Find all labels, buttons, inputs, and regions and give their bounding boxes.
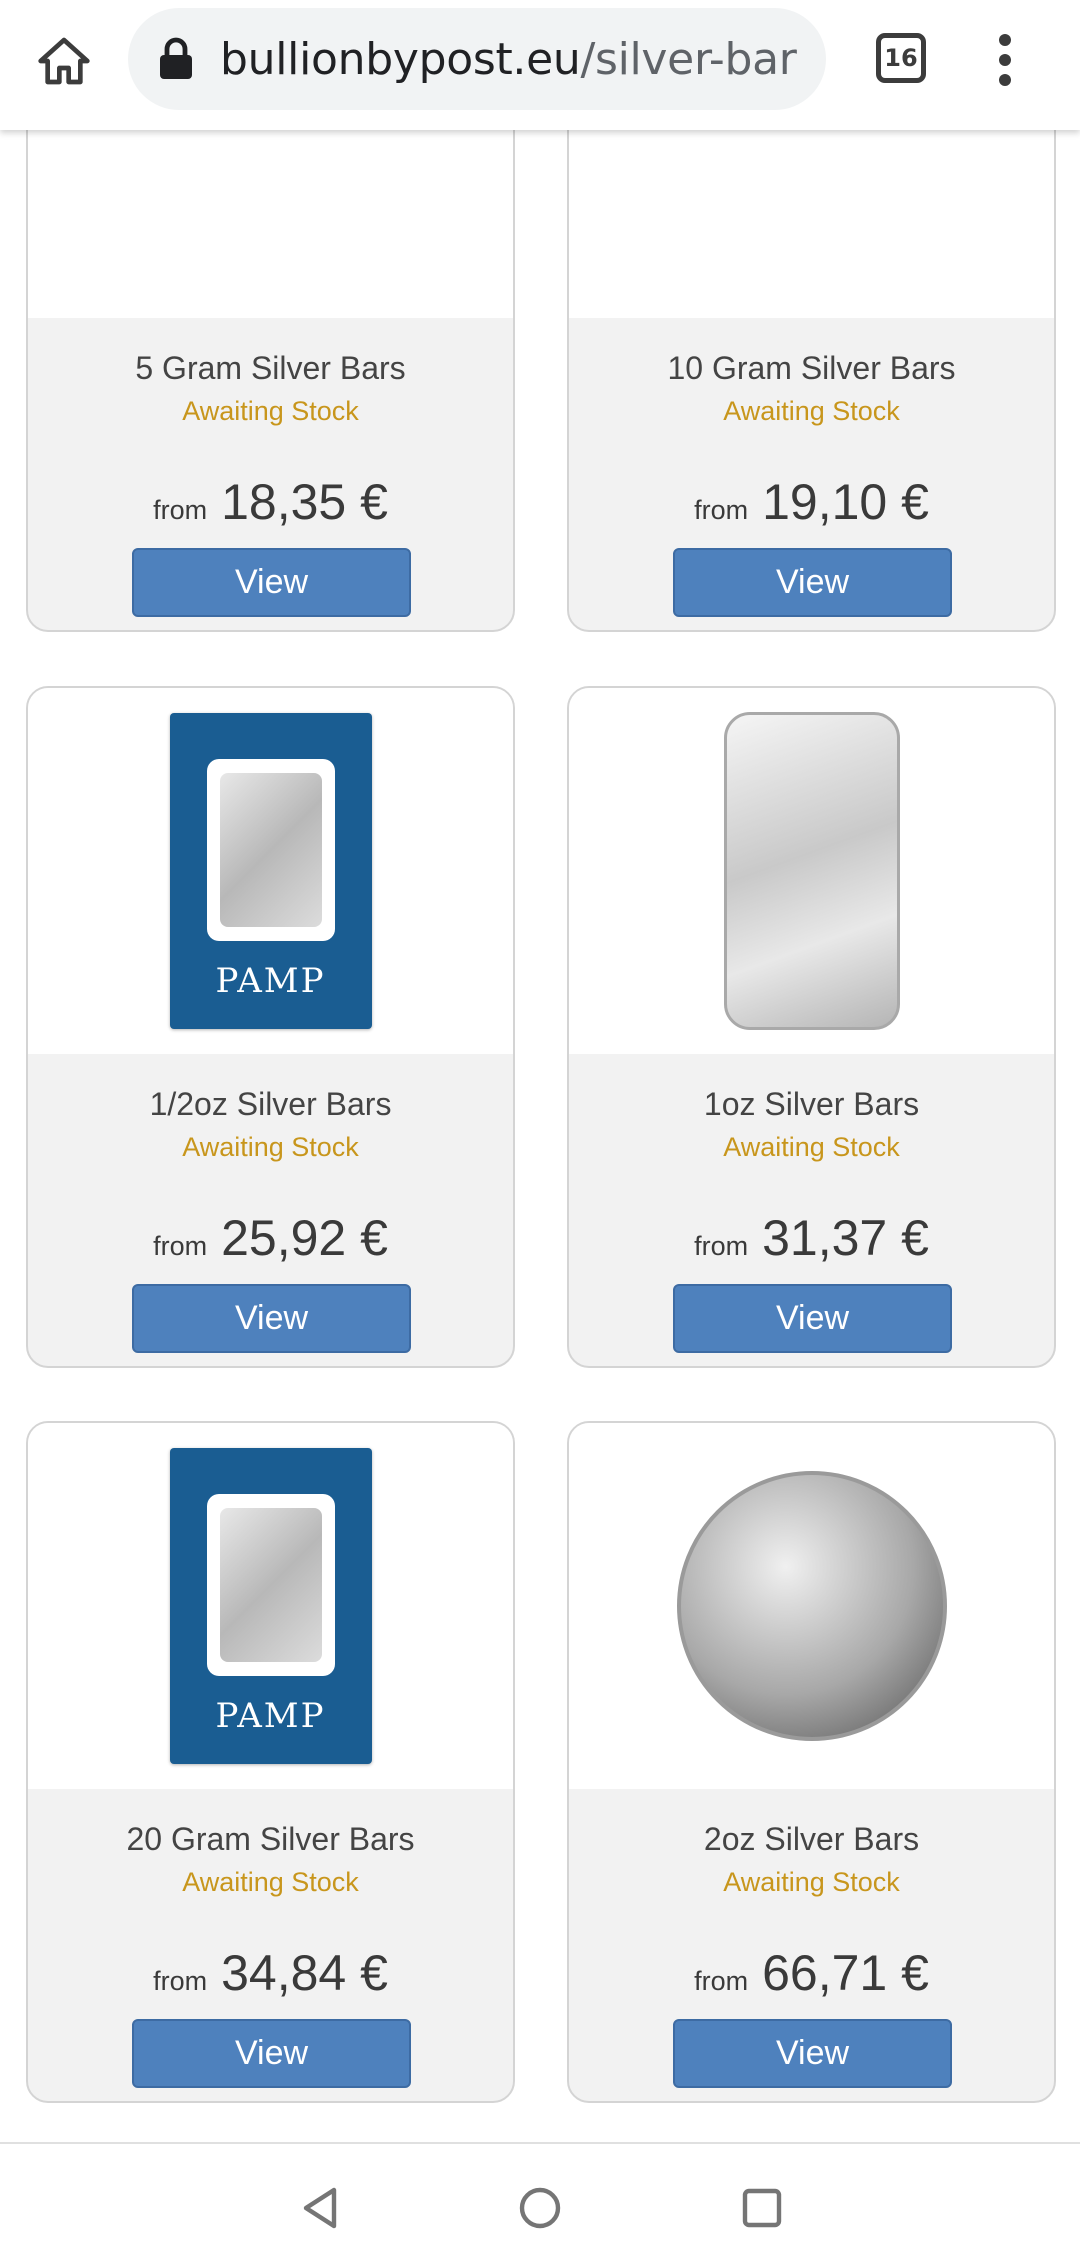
stock-status: Awaiting Stock <box>723 1132 900 1162</box>
product-image[interactable] <box>569 688 1054 1054</box>
browser-toolbar: bullionbypost.eu/silver-bar 16 <box>0 0 1080 130</box>
lock-icon <box>160 37 192 79</box>
price-amount: 19,10 € <box>762 474 929 530</box>
product-price: from 18,35 € <box>28 473 513 531</box>
product-price: from 19,10 € <box>569 473 1054 531</box>
product-price: from 25,92 € <box>28 1209 513 1267</box>
pamp-label: PAMP <box>215 961 326 1001</box>
from-label: from <box>694 1231 749 1261</box>
price-amount: 34,84 € <box>221 1945 388 2001</box>
price-amount: 31,37 € <box>762 1210 929 1266</box>
view-button[interactable]: View <box>673 2019 952 2088</box>
pamp-label: PAMP <box>215 1696 326 1736</box>
stock-status: Awaiting Stock <box>182 396 359 426</box>
from-label: from <box>153 1231 208 1261</box>
stock-status: Awaiting Stock <box>723 1867 900 1897</box>
product-price: from 34,84 € <box>28 1944 513 2002</box>
view-button[interactable]: View <box>673 1284 952 1353</box>
price-amount: 66,71 € <box>762 1945 929 2001</box>
view-button[interactable]: View <box>132 548 411 617</box>
product-image[interactable] <box>569 1423 1054 1789</box>
product-card: PAMP 20 Gram Silver Bars Awaiting Stock … <box>26 1421 515 2103</box>
silver-coin-image <box>676 1471 947 1741</box>
stock-status: Awaiting Stock <box>723 396 900 426</box>
price-amount: 25,92 € <box>221 1210 388 1266</box>
from-label: from <box>153 495 208 525</box>
nav-recents-icon[interactable] <box>738 2184 786 2232</box>
product-price: from 66,71 € <box>569 1944 1054 2002</box>
product-name[interactable]: 10 Gram Silver Bars <box>569 350 1054 387</box>
product-name[interactable]: 1/2oz Silver Bars <box>28 1086 513 1123</box>
stock-status: Awaiting Stock <box>182 1867 359 1897</box>
from-label: from <box>694 1966 749 1996</box>
silver-bar-image <box>723 712 900 1030</box>
view-button[interactable]: View <box>673 548 952 617</box>
view-button[interactable]: View <box>132 1284 411 1353</box>
product-image[interactable]: PAMP <box>28 688 513 1054</box>
product-card: 2oz Silver Bars Awaiting Stock from 66,71… <box>567 1421 1056 2103</box>
product-name[interactable]: 5 Gram Silver Bars <box>28 350 513 387</box>
tab-switcher-button[interactable]: 16 <box>876 33 926 83</box>
more-vert-icon[interactable] <box>990 30 1020 90</box>
view-button[interactable]: View <box>132 2019 411 2088</box>
product-name[interactable]: 1oz Silver Bars <box>569 1086 1054 1123</box>
tab-count: 16 <box>884 44 918 72</box>
url-text: bullionbypost.eu/silver-bar <box>220 34 797 85</box>
pamp-card-image: PAMP <box>169 713 372 1029</box>
product-image[interactable]: PAMP <box>28 1423 513 1789</box>
stock-status: Awaiting Stock <box>182 1132 359 1162</box>
pamp-card-image: PAMP <box>169 1448 372 1764</box>
nav-back-icon[interactable] <box>296 2184 344 2232</box>
product-card: PAMP 1/2oz Silver Bars Awaiting Stock fr… <box>26 686 515 1368</box>
nav-home-icon[interactable] <box>516 2184 564 2232</box>
home-icon[interactable] <box>28 25 100 97</box>
product-name[interactable]: 2oz Silver Bars <box>569 1821 1054 1858</box>
url-domain: bullionbypost.eu <box>220 33 581 85</box>
from-label: from <box>694 495 749 525</box>
product-name[interactable]: 20 Gram Silver Bars <box>28 1821 513 1858</box>
price-amount: 18,35 € <box>221 474 388 530</box>
address-bar[interactable]: bullionbypost.eu/silver-bar <box>128 8 826 110</box>
product-card: 1oz Silver Bars Awaiting Stock from 31,37… <box>567 686 1056 1368</box>
product-price: from 31,37 € <box>569 1209 1054 1267</box>
url-path: /silver-bar <box>580 33 797 85</box>
from-label: from <box>153 1966 208 1996</box>
system-navigation-bar <box>0 2142 1080 2267</box>
